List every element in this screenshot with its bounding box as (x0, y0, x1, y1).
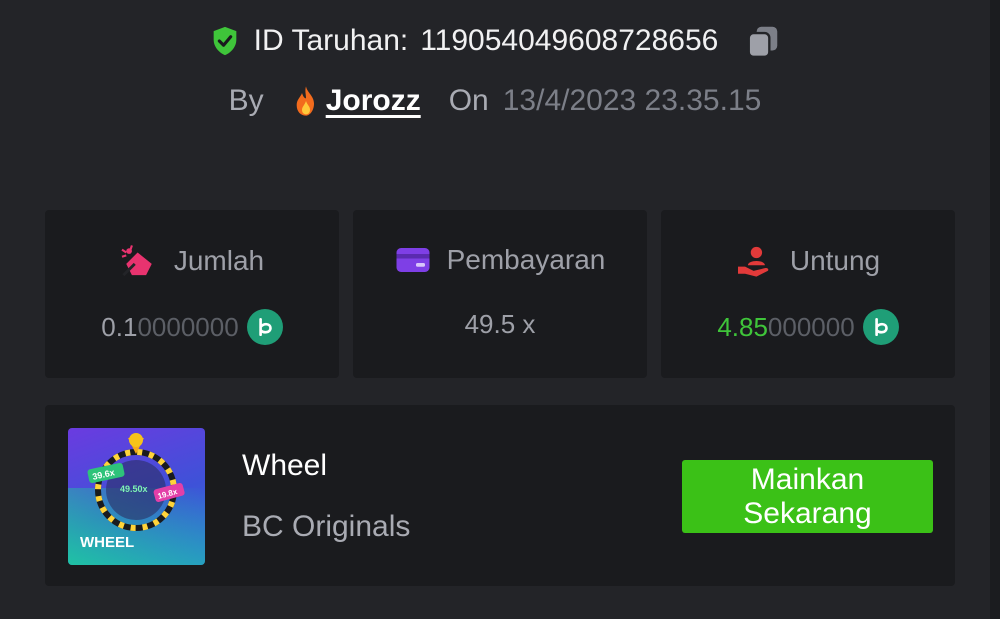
stat-amount-label: Jumlah (173, 245, 265, 276)
username: Jorozz (325, 84, 421, 117)
stat-payout-value: 49.5 x (464, 309, 536, 339)
card-icon (395, 245, 431, 275)
hand-user-icon (736, 244, 774, 278)
user-link[interactable]: Jorozz (292, 84, 421, 118)
play-now-button[interactable]: Mainkan Sekarang (682, 460, 933, 533)
bcd-coin-icon (246, 309, 283, 345)
thumb-multiplier-center: 49.50x (120, 484, 148, 494)
by-label: By (228, 84, 264, 117)
game-provider: BC Originals (242, 510, 411, 543)
stat-profit-value: 4.85000000 (717, 311, 855, 342)
thumb-title: WHEEL (80, 534, 134, 551)
game-thumbnail[interactable]: 39.6x 49.50x 19.8x WHEEL (68, 428, 205, 565)
game-card: 39.6x 49.50x 19.8x WHEEL Wheel BC Origin… (45, 405, 955, 586)
fire-icon (292, 85, 320, 117)
bet-stats: Jumlah 0.10000000 Pembayaran 49.5 x Untu… (45, 210, 955, 378)
bet-date: 13/4/2023 23.35.15 (502, 84, 762, 117)
stat-profit: Untung 4.85000000 (661, 210, 955, 378)
stat-profit-label: Untung (789, 245, 881, 276)
bet-id-value: 119054049608728656 (420, 24, 719, 57)
stat-amount-value: 0.10000000 (101, 311, 239, 342)
game-title: Wheel (242, 449, 328, 482)
bet-id-row: ID Taruhan: 119054049608728656 (0, 22, 990, 60)
play-now-line1: Mainkan (750, 462, 865, 496)
bcd-coin-icon (862, 309, 899, 345)
stat-payout-label: Pembayaran (446, 244, 606, 275)
scrollbar[interactable] (990, 0, 1000, 619)
money-bag-icon (120, 244, 158, 278)
stat-payout: Pembayaran 49.5 x (353, 210, 647, 378)
play-now-line2: Sekarang (743, 496, 872, 530)
bet-id-label: ID Taruhan: (253, 24, 409, 57)
bet-author-row: By Jorozz On 13/4/2023 23.35.15 (0, 84, 990, 118)
shield-check-icon (208, 24, 242, 58)
on-label: On (448, 84, 489, 117)
stat-amount: Jumlah 0.10000000 (45, 210, 339, 378)
copy-icon[interactable] (744, 22, 782, 60)
